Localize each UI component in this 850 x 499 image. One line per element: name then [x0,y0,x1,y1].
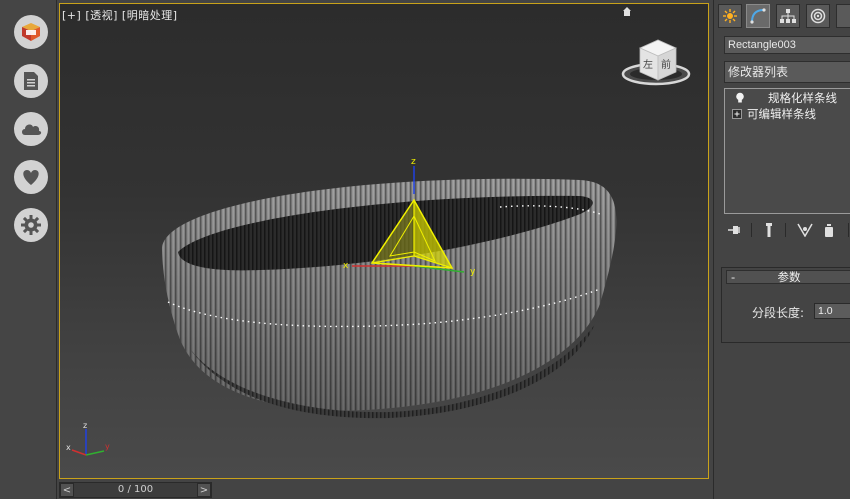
triad-x-label: x [66,443,71,452]
lightbulb-icon[interactable] [735,92,745,104]
show-end-result-icon[interactable] [760,221,778,239]
viewcube-left-face[interactable]: 左 [643,58,653,71]
stack-item-normalize-spline[interactable]: 规格化样条线 [727,91,850,105]
gear-icon[interactable] [14,208,48,242]
sun-icon [723,9,737,23]
motion-icon [810,8,826,24]
3dsmax-logo-icon[interactable] [14,15,48,49]
document-icon[interactable] [14,64,48,98]
time-slider[interactable]: < 0 / 100 > [59,482,212,498]
time-counter: 0 / 100 [117,484,154,495]
modifier-stack-toolbar [724,221,850,239]
hierarchy-tab[interactable] [776,4,800,28]
viewport-menu-plus[interactable]: [+] [62,9,81,22]
axis-triad: z x y [66,421,110,456]
time-prev-button[interactable]: < [60,483,74,497]
gizmo-x-label: x [343,261,349,271]
left-dock [0,0,57,499]
heart-icon[interactable] [14,160,48,194]
make-unique-icon[interactable] [796,221,814,239]
viewcube-front-face[interactable]: 前 [661,58,671,71]
time-next-button[interactable]: > [197,483,211,497]
create-tab[interactable] [718,4,742,28]
stack-item-label: 可编辑样条线 [747,107,816,121]
triad-y-label: y [105,442,110,451]
modify-tab[interactable] [746,4,770,28]
gizmo-z-label: z [411,157,416,167]
gizmo-y-label: y [470,267,476,277]
pin-stack-icon[interactable] [726,221,744,239]
rollout-title: 参数 [777,270,801,284]
viewcube[interactable]: 左 前 [621,7,691,86]
triad-z-label: z [83,421,87,430]
modify-curve-icon [750,8,766,24]
object-name-field[interactable]: Rectangle003 [724,36,850,54]
perspective-viewport[interactable]: z x y z x y 左 前 [+] [透视] [明暗处理] [59,3,709,479]
stack-item-editable-spline[interactable]: 可编辑样条线 [727,107,850,121]
remove-modifier-icon[interactable] [820,221,838,239]
segment-length-label: 分段长度: [752,306,805,320]
viewport-label[interactable]: [+] [透视] [明暗处理] [62,7,178,23]
command-panel-tabs [716,4,850,30]
viewport-menu-shading[interactable]: [明暗处理] [122,7,178,23]
ribbed-ring-mesh[interactable] [161,178,617,419]
parameters-rollout-header[interactable]: - 参数 [726,270,850,284]
motion-tab[interactable] [806,4,830,28]
modifier-stack[interactable]: 规格化样条线 可编辑样条线 [724,88,850,214]
viewport-menu-view[interactable]: [透视] [85,7,118,23]
cloud-icon[interactable] [14,112,48,146]
modifier-list-dropdown[interactable]: 修改器列表 [724,61,850,83]
viewport-scene: z x y z x y 左 前 [66,7,691,456]
command-panel: Rectangle003 修改器列表 规格化样条线 可编辑样条线 - 参数 分段… [713,0,850,499]
display-tab[interactable] [836,4,850,28]
segment-length-input[interactable]: 1.0 [814,303,850,319]
parameters-rollout: - 参数 分段长度: 1.0 [721,267,850,343]
stack-item-label: 规格化样条线 [768,91,837,105]
expand-plus-icon[interactable] [732,109,742,119]
hierarchy-icon [780,9,796,23]
